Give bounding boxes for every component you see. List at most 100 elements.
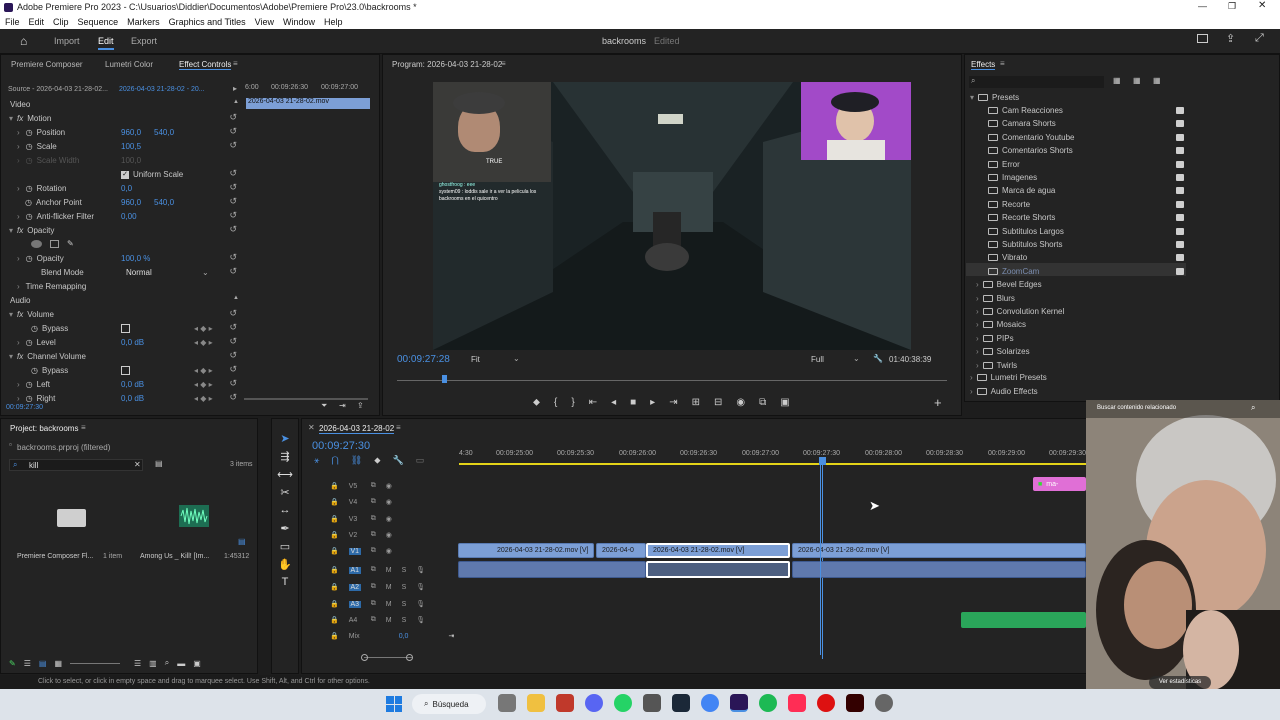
a4-music-clip[interactable]	[961, 612, 1086, 628]
fit-dropdown[interactable]: Fit	[471, 355, 480, 364]
preset-item[interactable]: Marca de agua	[988, 184, 1055, 197]
track-v5[interactable]: 🔒 V5 ⧉ ◉	[330, 478, 458, 494]
camera-icon[interactable]: ◉	[736, 397, 745, 408]
menu-file[interactable]: File	[5, 17, 20, 27]
32bit-effects-icon[interactable]: ▦	[1133, 76, 1141, 85]
sync-icon[interactable]: ⧉	[371, 566, 376, 574]
reset-rotation-icon[interactable]: ↺	[229, 182, 237, 193]
effect-category[interactable]: › Blurs	[976, 292, 1015, 305]
play-icon[interactable]: ▸	[650, 397, 655, 408]
search-icon[interactable]: ⌕	[1251, 403, 1255, 413]
settings-wrench-icon[interactable]: 🔧	[393, 455, 404, 466]
pen-tool-icon[interactable]: ✒	[276, 519, 294, 537]
audio-effects-folder[interactable]: › Audio Effects	[970, 385, 1038, 398]
program-scrubber[interactable]	[397, 380, 947, 381]
new-bin-footer-icon[interactable]: ▬	[177, 659, 185, 668]
solo-s[interactable]: S	[402, 617, 407, 624]
taskbar-search[interactable]: ⌕ Búsqueda	[412, 694, 486, 714]
keyframe-nav[interactable]: ◂ ◆ ▸	[194, 394, 213, 403]
program-timecode[interactable]: 00:09:27:28	[397, 354, 450, 365]
mic-icon[interactable]: 🎙	[416, 616, 425, 624]
rotation-value[interactable]: 0,0	[121, 184, 132, 193]
hand-tool-icon[interactable]: ✋	[276, 555, 294, 573]
chevron-down-icon[interactable]: ⌄	[202, 268, 209, 277]
phone-search-bar[interactable]: Buscar contenido relacionado ⌕	[1086, 400, 1280, 418]
timeline-zoom-bar[interactable]	[364, 657, 412, 658]
right-value[interactable]: 0,0 dB	[121, 394, 144, 403]
nest-icon[interactable]: ⚹	[314, 455, 319, 466]
mic-icon[interactable]: 🎙	[416, 566, 425, 574]
a1-clip-a[interactable]	[458, 561, 646, 578]
reset-left-icon[interactable]: ↺	[229, 378, 237, 389]
rectangle-tool-icon[interactable]: ▭	[276, 537, 294, 555]
automate-icon[interactable]: ▥	[149, 659, 157, 668]
stopwatch-icon[interactable]: ◷	[26, 142, 33, 151]
lock-icon[interactable]: 🔒	[330, 531, 339, 539]
freeform-view-icon[interactable]: ▦	[54, 659, 62, 668]
lock-icon[interactable]: 🔒	[330, 547, 339, 555]
pink-graphic-clip[interactable]: ■ ma-	[1033, 477, 1086, 491]
tiktok-icon[interactable]	[788, 694, 806, 712]
effect-category[interactable]: › Mosaics	[976, 318, 1026, 331]
zoom-slider[interactable]	[70, 662, 120, 664]
rect-mask-icon[interactable]	[50, 239, 59, 248]
channel-volume-row[interactable]: ▾ fx Channel Volume	[9, 350, 86, 363]
whatsapp-icon[interactable]	[614, 694, 632, 712]
menu-markers[interactable]: Markers	[127, 17, 160, 27]
track-a2[interactable]: 🔒 A2 ⧉ M S 🎙	[330, 579, 458, 595]
lock-icon[interactable]: 🔒	[330, 482, 339, 490]
anchor-y[interactable]: 540,0	[154, 198, 174, 207]
preset-item[interactable]: Vibrato	[988, 251, 1027, 264]
reset-opacity-icon[interactable]: ↺	[229, 252, 237, 263]
item2-label[interactable]: Among Us _ Kill! [Im...	[140, 553, 209, 560]
track-a1[interactable]: 🔒 A1 ⧉ M S 🎙	[330, 562, 458, 578]
a1-clip-selected[interactable]	[646, 561, 790, 578]
motion-row[interactable]: ▾ fx Motion	[9, 112, 51, 125]
pen-mask-icon[interactable]: ✎	[67, 239, 74, 248]
premiere-taskbar-icon[interactable]	[730, 694, 748, 712]
effect-category[interactable]: › Twirls	[976, 359, 1017, 372]
stopwatch-icon[interactable]: ◷	[31, 366, 38, 375]
tab-effect-controls[interactable]: Effect Controls	[179, 60, 232, 70]
time-ruler[interactable]: 4:30 00:09:25:00 00:09:25:30 00:09:26:00…	[459, 450, 1088, 462]
mute-m[interactable]: M	[386, 601, 392, 608]
stopwatch-icon[interactable]: ◷	[25, 198, 32, 207]
effects-menu-icon[interactable]: ≡	[1000, 59, 1005, 68]
lock-icon[interactable]: 🔒	[330, 515, 339, 523]
project-search-input[interactable]: ⌕ kill ✕	[9, 459, 143, 471]
preset-item[interactable]: ZoomCam	[988, 265, 1039, 278]
stopwatch-icon[interactable]: ◷	[26, 394, 33, 403]
lock-icon[interactable]: 🔒	[330, 616, 339, 624]
v1-clip-c-selected[interactable]: 2026-04-03 21-28-02.mov [V]	[646, 543, 790, 558]
sync-icon[interactable]: ⧉	[371, 600, 376, 608]
effect-category[interactable]: › Solarizes	[976, 345, 1030, 358]
captions-icon[interactable]: ▭	[416, 455, 425, 466]
eye-icon[interactable]: ◉	[386, 547, 392, 555]
list-view-icon[interactable]: ☰	[24, 659, 31, 668]
effects-search-input[interactable]: ⌕	[969, 76, 1104, 88]
zoom-handle-right[interactable]	[406, 654, 413, 661]
eye-icon[interactable]: ◉	[386, 482, 392, 490]
close-icon[interactable]: ✕	[1258, 0, 1266, 11]
ellipse-mask-icon[interactable]	[31, 239, 42, 248]
project-menu-icon[interactable]: ≡	[81, 423, 86, 432]
sequence-menu-icon[interactable]: ≡	[396, 423, 401, 432]
share-icon[interactable]: ⇪	[1226, 32, 1235, 45]
sync-icon[interactable]: ⧉	[371, 616, 376, 624]
position-y[interactable]: 540,0	[154, 128, 174, 137]
preset-item[interactable]: Comentarios Shorts	[988, 144, 1073, 157]
effect-category[interactable]: › PIPs	[976, 332, 1014, 345]
solo-s[interactable]: S	[402, 601, 407, 608]
reset-motion-icon[interactable]: ↺	[229, 112, 237, 123]
menu-sequence[interactable]: Sequence	[78, 17, 119, 27]
work-area-bar[interactable]	[459, 463, 1088, 465]
reset-right-icon[interactable]: ↺	[229, 392, 237, 403]
track-select-icon[interactable]: ⇶	[276, 447, 294, 465]
stopwatch-icon[interactable]: ◷	[26, 128, 33, 137]
menu-graphics[interactable]: Graphics and Titles	[169, 17, 246, 27]
opacity-section-row[interactable]: ▾ fx Opacity	[9, 224, 54, 237]
lock-icon[interactable]: 🔒	[330, 632, 339, 640]
ripple-edit-icon[interactable]: ⟷	[276, 465, 294, 483]
preset-item[interactable]: Recorte Shorts	[988, 211, 1055, 224]
program-video-frame[interactable]: TRUE ghostfroog : eee system09 : loddis …	[433, 82, 911, 350]
